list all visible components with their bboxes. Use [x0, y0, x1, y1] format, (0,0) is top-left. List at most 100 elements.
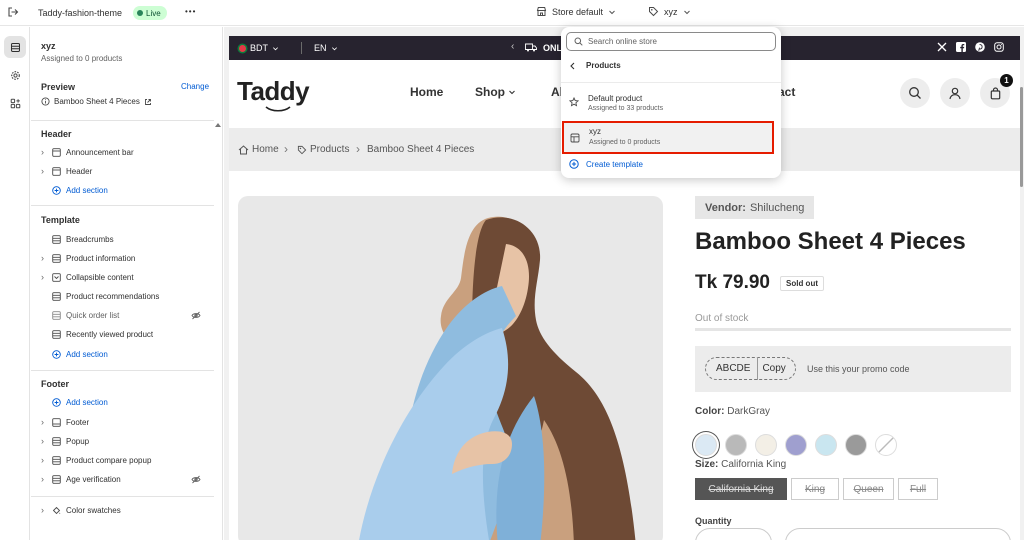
section-label: Footer — [66, 417, 90, 427]
section-popup[interactable]: › Popup — [31, 432, 211, 450]
section-label: Color swatches — [66, 505, 121, 515]
add-section-template[interactable]: Add section — [31, 345, 211, 363]
sidebar-scrollbar[interactable] — [215, 123, 221, 533]
logo-smile-icon — [265, 106, 291, 112]
add-section-header[interactable]: Add section — [31, 181, 211, 199]
account-button[interactable] — [940, 78, 970, 108]
add-section-label: Add section — [66, 397, 108, 407]
chevron-down-icon — [683, 8, 691, 16]
template-selector[interactable]: xyz — [648, 6, 691, 17]
promo-code-pill[interactable]: ABCDE Copy — [705, 357, 796, 380]
back-label: Products — [586, 61, 621, 70]
nav-shop[interactable]: Shop — [475, 85, 516, 99]
section-header[interactable]: › Header — [31, 162, 211, 180]
change-preview-link[interactable]: Change — [181, 82, 209, 91]
pinterest-icon[interactable] — [975, 42, 985, 52]
currency-label: BDT — [250, 43, 268, 53]
preview-product[interactable]: Bamboo Sheet 4 Pieces — [41, 97, 152, 106]
color-swatch[interactable] — [845, 434, 867, 456]
promo-code: ABCDE — [716, 363, 751, 374]
section-product-compare-popup[interactable]: › Product compare popup — [31, 451, 211, 469]
section-icon — [52, 436, 61, 446]
product-image[interactable] — [238, 196, 663, 540]
quantity-label: Quantity — [695, 516, 732, 526]
section-announcement-bar[interactable]: › Announcement bar — [31, 143, 211, 161]
template-title: xyz — [589, 127, 601, 136]
search-button[interactable] — [900, 78, 930, 108]
template-option-default[interactable]: Default product Assigned to 33 products — [561, 87, 781, 117]
eye-hidden-icon[interactable] — [191, 311, 201, 320]
nav-home[interactable]: Home — [410, 85, 443, 99]
breadcrumb-products[interactable]: Products — [297, 144, 349, 155]
section-breadcrumbs[interactable]: Breadcrumbs — [31, 230, 211, 248]
star-icon — [569, 97, 579, 107]
x-social-icon[interactable] — [937, 42, 947, 52]
footer-group-title: Footer — [41, 379, 69, 389]
color-label: Color: — [695, 406, 725, 417]
template-selector-label: xyz — [664, 6, 678, 17]
editor-rail — [0, 27, 30, 540]
color-swatch[interactable] — [875, 434, 897, 456]
store-logo[interactable]: Taddy — [237, 76, 310, 112]
add-to-cart-button[interactable] — [785, 528, 1011, 540]
sections-tab[interactable] — [4, 36, 26, 58]
sections-sidebar: xyz Assigned to 0 products Preview Chang… — [31, 27, 223, 540]
store-selector[interactable]: Store default — [536, 6, 616, 17]
exit-icon[interactable] — [7, 6, 19, 18]
section-collapsible-content[interactable]: › Collapsible content — [31, 268, 211, 286]
size-california-king[interactable]: California King — [695, 478, 787, 500]
eye-hidden-icon[interactable] — [191, 475, 201, 484]
truck-icon — [525, 43, 537, 52]
announcement-prev-icon[interactable]: ‹ — [511, 41, 514, 52]
color-swatch[interactable] — [815, 434, 837, 456]
add-section-footer[interactable]: Add section — [31, 393, 211, 411]
section-product-recommendations[interactable]: Product recommendations — [31, 287, 211, 305]
section-footer[interactable]: › Footer — [31, 413, 211, 431]
section-icon — [52, 455, 61, 465]
section-age-verification[interactable]: › Age verification — [31, 470, 211, 488]
section-recently-viewed-product[interactable]: Recently viewed product — [31, 325, 211, 343]
currency-selector[interactable]: BDT — [239, 43, 279, 53]
section-quick-order-list[interactable]: Quick order list — [31, 306, 211, 324]
theme-settings-tab[interactable] — [4, 64, 26, 86]
color-swatch[interactable] — [695, 434, 717, 456]
nav-shop-label: Shop — [475, 85, 505, 99]
facebook-icon[interactable] — [956, 42, 966, 52]
vendor-value: Shilucheng — [749, 201, 805, 214]
section-color-swatches[interactable]: › Color swatches — [31, 501, 211, 519]
section-label: Product compare popup — [66, 455, 152, 465]
color-swatch[interactable] — [785, 434, 807, 456]
apps-tab[interactable] — [4, 92, 26, 114]
store-selector-label: Store default — [552, 6, 604, 17]
size-queen[interactable]: Queen — [843, 478, 894, 500]
language-selector[interactable]: EN — [314, 43, 338, 53]
breadcrumb-home-label: Home — [252, 144, 279, 155]
instagram-icon[interactable] — [994, 42, 1004, 52]
user-icon — [948, 86, 962, 100]
template-name: xyz — [41, 41, 56, 51]
section-product-information[interactable]: › Product information — [31, 249, 211, 267]
copy-button[interactable]: Copy — [758, 363, 794, 374]
color-swatch[interactable] — [725, 434, 747, 456]
chevron-down-icon — [331, 45, 338, 52]
section-icon — [52, 417, 61, 427]
product-title: Bamboo Sheet 4 Pieces — [695, 228, 966, 255]
template-option-xyz[interactable]: xyz Assigned to 0 products — [562, 121, 774, 154]
chevron-right-icon: › — [41, 147, 44, 157]
color-swatch[interactable] — [755, 434, 777, 456]
chevron-right-icon: › — [41, 474, 44, 484]
quantity-stepper[interactable] — [695, 528, 772, 540]
chevron-right-icon: › — [41, 272, 44, 282]
color-option-label: Color: DarkGray — [695, 406, 770, 417]
search-icon — [574, 37, 583, 46]
breadcrumb-home[interactable]: Home — [238, 144, 279, 155]
back-to-products[interactable]: Products — [569, 61, 621, 70]
preview-scrollbar[interactable] — [1020, 87, 1023, 187]
template-search-field[interactable]: Search online store — [566, 32, 776, 51]
create-template-button[interactable]: Create template — [569, 159, 643, 169]
more-actions-button[interactable]: ••• — [185, 7, 196, 16]
size-full[interactable]: Full — [898, 478, 938, 500]
size-king[interactable]: King — [791, 478, 839, 500]
search-placeholder: Search online store — [588, 37, 657, 46]
promo-text: Use this your promo code — [807, 364, 910, 374]
